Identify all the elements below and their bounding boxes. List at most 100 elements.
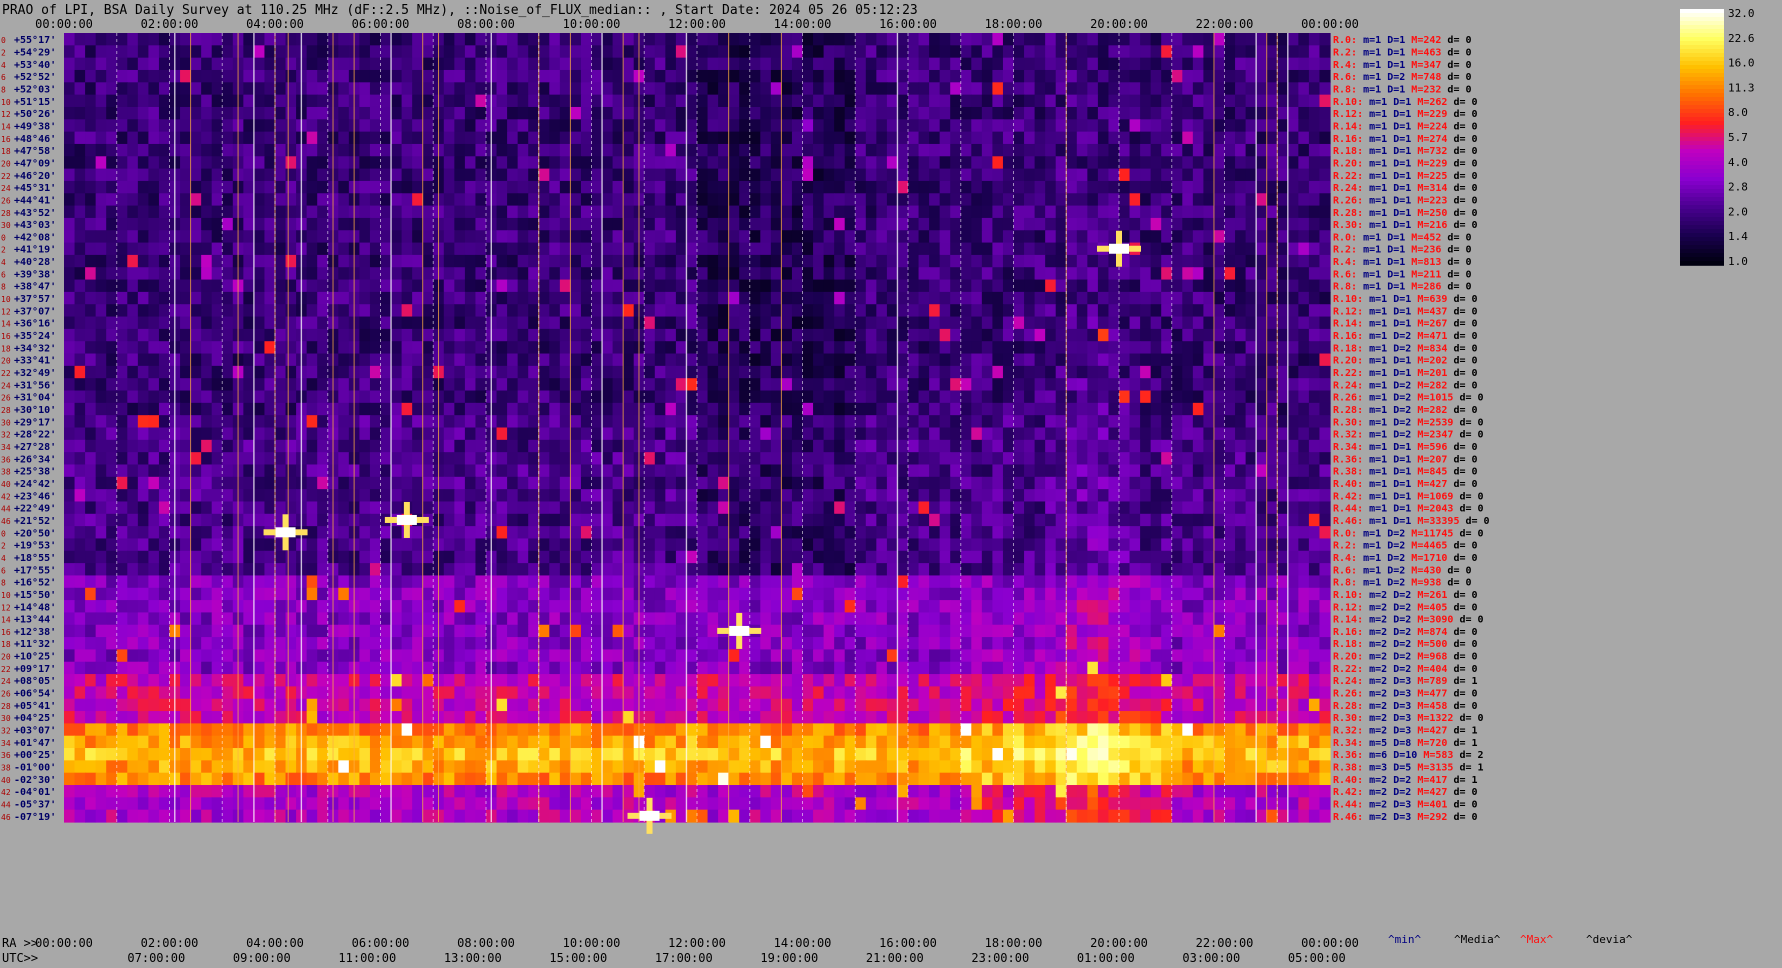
heat-cell — [454, 390, 466, 404]
heat-cell — [675, 328, 688, 342]
heat-cell — [1140, 415, 1152, 429]
heat-cell — [507, 143, 519, 157]
heat-cell — [1192, 291, 1204, 305]
heat-cell — [834, 526, 846, 540]
heat-cell — [675, 464, 688, 478]
heat-cell — [1213, 119, 1226, 133]
heat-cell — [992, 205, 1004, 219]
heat-cell — [1076, 304, 1088, 318]
heat-cell — [675, 230, 688, 244]
heat-cell — [707, 168, 719, 182]
heat-cell — [180, 353, 192, 367]
heat-cell — [897, 291, 909, 305]
heat-cell — [1119, 143, 1131, 157]
heat-cell — [686, 242, 698, 256]
heat-cell — [454, 143, 466, 157]
heat-cell — [559, 427, 571, 441]
heat-cell — [929, 365, 941, 379]
heat-cell — [1076, 254, 1088, 268]
heat-cell — [137, 439, 149, 453]
heat-cell — [253, 464, 266, 478]
heat-cell — [443, 538, 455, 552]
heat-cell — [496, 365, 508, 379]
heat-cell — [137, 427, 149, 441]
heat-cell — [454, 254, 466, 268]
heat-cell — [1034, 205, 1046, 219]
heat-cell — [517, 341, 529, 355]
heat-cell — [929, 279, 941, 293]
heat-cell — [939, 69, 951, 83]
heat-cell — [549, 205, 561, 219]
heat-cell — [813, 415, 825, 429]
heat-cell — [580, 526, 593, 540]
heat-cell — [1182, 69, 1194, 83]
heat-cell — [1203, 180, 1215, 194]
heat-cell — [1192, 279, 1204, 293]
heat-cell — [876, 131, 888, 145]
heat-cell — [971, 415, 983, 429]
heat-cell — [1024, 254, 1036, 268]
heat-cell — [897, 341, 909, 355]
heat-cell — [1277, 119, 1289, 133]
heat-cell — [264, 119, 276, 133]
heat-cell — [1002, 291, 1015, 305]
heat-cell — [1119, 217, 1131, 231]
heat-cell — [876, 439, 888, 453]
heat-cell — [1161, 69, 1173, 83]
heat-cell — [74, 476, 86, 490]
heat-cell — [211, 452, 223, 466]
heat-cell — [1213, 476, 1226, 490]
heat-cell — [1002, 131, 1015, 145]
heat-cell — [760, 168, 772, 182]
heat-cell — [211, 538, 223, 552]
heat-cell — [528, 168, 540, 182]
heat-cell — [443, 217, 455, 231]
heat-cell — [960, 82, 972, 96]
heat-cell — [1182, 439, 1194, 453]
heat-cell — [528, 205, 540, 219]
heat-cell — [728, 390, 740, 404]
heat-cell — [359, 328, 371, 342]
heat-cell — [1045, 279, 1057, 293]
heat-cell — [929, 415, 941, 429]
heat-cell — [369, 94, 382, 108]
heat-cell — [1213, 131, 1226, 145]
heat-cell — [1002, 82, 1015, 96]
heat-cell — [190, 94, 202, 108]
heat-cell — [454, 402, 466, 416]
heat-cell — [222, 538, 234, 552]
heat-cell — [306, 82, 318, 96]
heat-cell — [1287, 489, 1299, 503]
heat-cell — [85, 526, 97, 540]
heat-cell — [1287, 427, 1299, 441]
heat-cell — [1129, 69, 1141, 83]
heat-cell — [570, 489, 582, 503]
heat-cell — [1013, 501, 1025, 515]
heat-cell — [158, 316, 171, 330]
heat-cell — [1108, 415, 1120, 429]
heat-cell — [1298, 168, 1310, 182]
heat-cell — [158, 94, 171, 108]
heat-cell — [823, 230, 835, 244]
heat-cell — [844, 267, 856, 281]
heat-cell — [253, 267, 266, 281]
heat-cell — [918, 526, 930, 540]
heat-cell — [908, 45, 920, 59]
heat-cell — [707, 267, 719, 281]
heat-cell — [760, 304, 772, 318]
heat-cell — [201, 476, 213, 490]
heat-cell — [834, 390, 846, 404]
heat-cell — [412, 45, 424, 59]
heat-cell — [74, 69, 86, 83]
heat-cell — [675, 33, 688, 46]
heat-cell — [1140, 57, 1152, 71]
heat-cell — [981, 291, 993, 305]
heat-cell — [1308, 365, 1321, 379]
heat-cell — [602, 45, 614, 59]
heat-cell — [939, 489, 951, 503]
heat-cell — [1319, 180, 1331, 194]
heat-cell — [654, 205, 666, 219]
heat-cell — [1182, 402, 1194, 416]
heat-cell — [612, 402, 624, 416]
heat-cell — [1266, 168, 1278, 182]
